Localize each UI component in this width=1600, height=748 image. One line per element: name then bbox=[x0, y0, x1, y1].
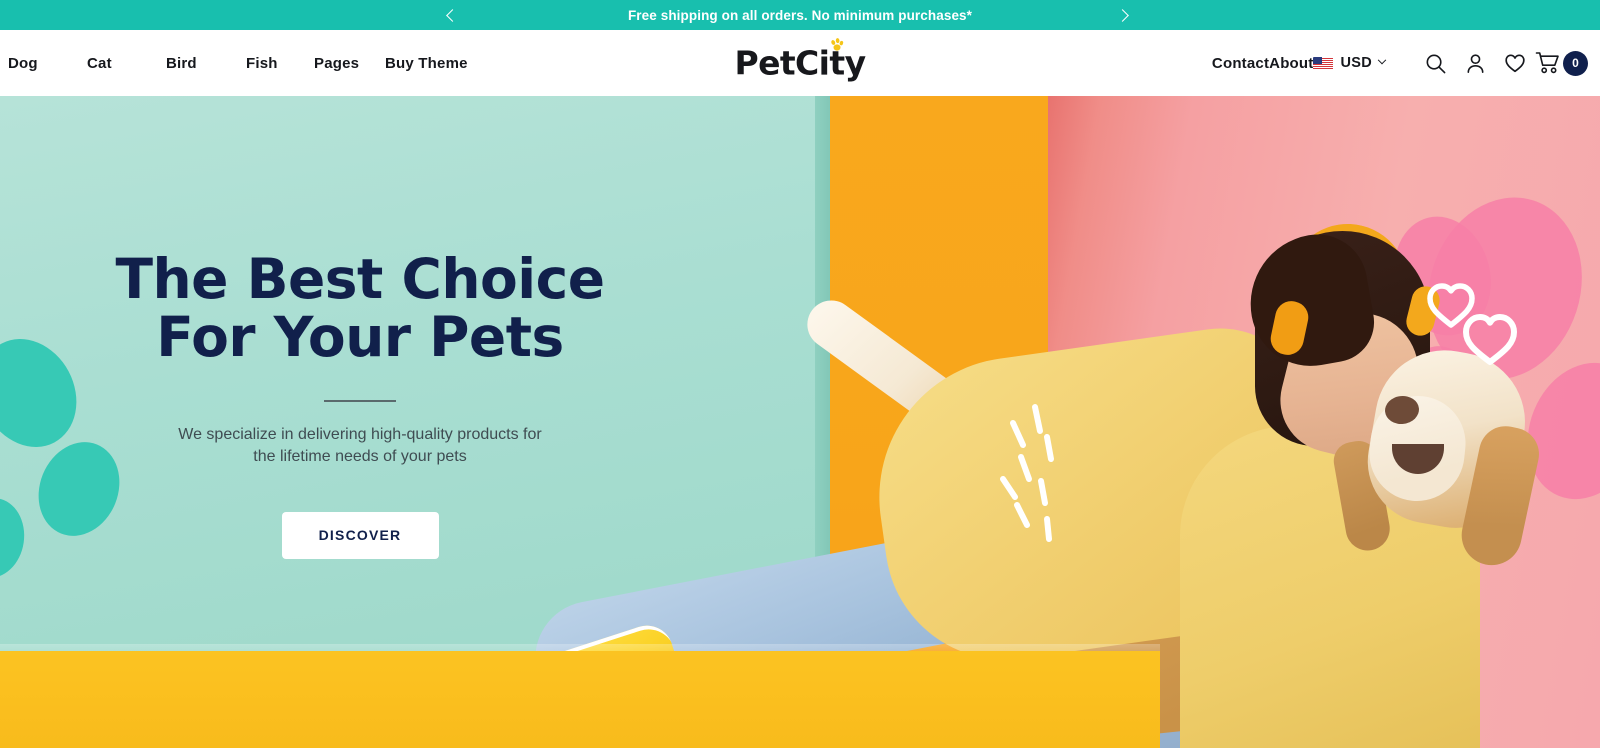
chevron-right-icon bbox=[1115, 8, 1129, 22]
hero-title: The Best Choice For Your Pets bbox=[115, 247, 605, 370]
secondary-navigation: Contact About USD 0 bbox=[1212, 43, 1588, 83]
site-header: Dog Cat Bird Fish Pages Buy Theme PetCit… bbox=[0, 30, 1600, 96]
announcement-text: Free shipping on all orders. No minimum … bbox=[627, 7, 973, 23]
search-icon bbox=[1426, 54, 1445, 73]
hero-subtitle: We specialize in delivering high-quality… bbox=[178, 425, 542, 465]
user-icon bbox=[1466, 53, 1484, 73]
announcement-next-button[interactable] bbox=[1105, 0, 1139, 30]
heart-icon bbox=[1505, 54, 1525, 73]
nav-item-bird[interactable]: Bird bbox=[166, 55, 246, 72]
chevron-down-icon bbox=[1377, 55, 1387, 65]
account-button[interactable] bbox=[1455, 43, 1495, 83]
hero-title-line-2: For Your Pets bbox=[156, 305, 564, 370]
cart-button[interactable]: 0 bbox=[1535, 50, 1588, 76]
motion-sparkle-doodle-icon bbox=[1000, 404, 1054, 542]
wishlist-button[interactable] bbox=[1495, 43, 1535, 83]
nav-item-pages[interactable]: Pages bbox=[314, 55, 385, 72]
site-logo[interactable]: PetCity bbox=[734, 38, 867, 83]
nav-item-fish[interactable]: Fish bbox=[246, 55, 314, 72]
us-flag-icon bbox=[1313, 56, 1334, 70]
nav-item-about[interactable]: About bbox=[1269, 55, 1313, 72]
nav-item-contact[interactable]: Contact bbox=[1212, 55, 1269, 72]
paw-print-icon bbox=[831, 38, 844, 51]
cart-count-badge: 0 bbox=[1563, 50, 1588, 76]
logo-text: PetCity bbox=[734, 43, 867, 83]
primary-navigation: Dog Cat Bird Fish Pages Buy Theme bbox=[0, 55, 468, 72]
heart-doodle-icon bbox=[1463, 314, 1517, 365]
currency-label: USD bbox=[1340, 55, 1372, 71]
discover-button[interactable]: DISCOVER bbox=[281, 511, 439, 559]
hero-content: The Best Choice For Your Pets We special… bbox=[0, 96, 720, 748]
nav-item-buy-theme[interactable]: Buy Theme bbox=[385, 55, 468, 72]
cart-icon bbox=[1535, 52, 1559, 74]
announcement-prev-button[interactable] bbox=[435, 0, 469, 30]
chevron-left-icon bbox=[445, 8, 459, 22]
search-button[interactable] bbox=[1415, 43, 1455, 83]
hero-divider bbox=[324, 399, 396, 402]
nav-item-cat[interactable]: Cat bbox=[87, 55, 166, 72]
hero-banner: The Best Choice For Your Pets We special… bbox=[0, 96, 1600, 748]
nav-item-dog[interactable]: Dog bbox=[8, 55, 87, 72]
currency-selector[interactable]: USD bbox=[1313, 55, 1387, 71]
hero-title-line-1: The Best Choice bbox=[115, 247, 605, 312]
announcement-bar: Free shipping on all orders. No minimum … bbox=[0, 0, 1600, 30]
